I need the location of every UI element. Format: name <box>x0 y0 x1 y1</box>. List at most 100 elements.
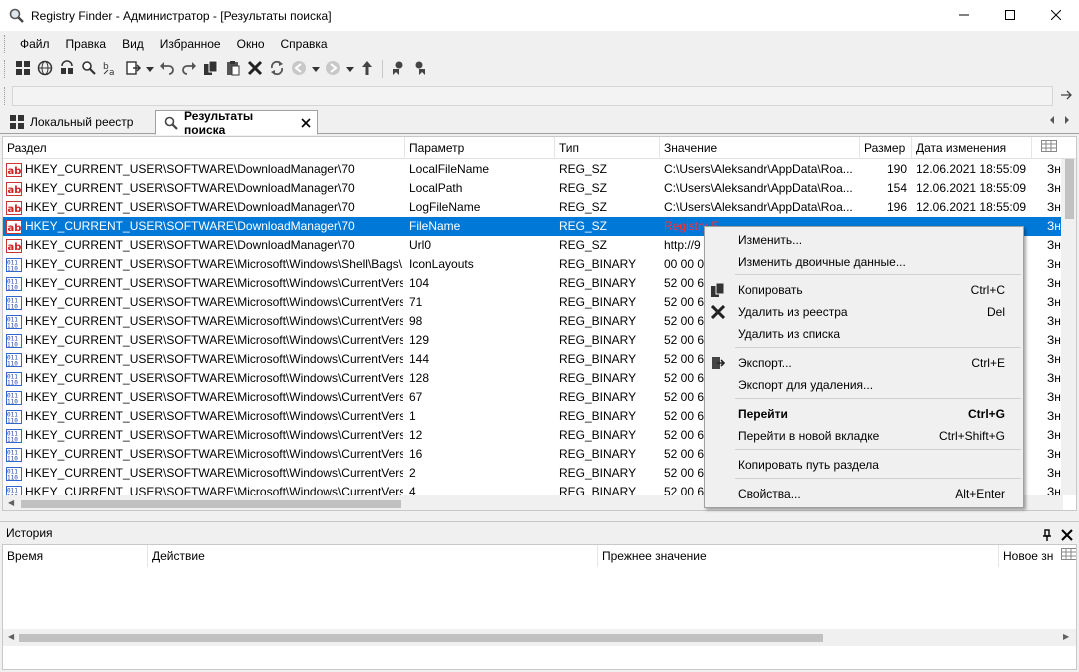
toolbar-separator <box>382 60 383 78</box>
up-level-button[interactable] <box>356 58 378 80</box>
app-search-icon <box>9 8 25 24</box>
cell-key: HKEY_CURRENT_USER\SOFTWARE\Microsoft\Win… <box>25 466 403 480</box>
context-menu-item[interactable]: Удалить из списка <box>705 323 1023 345</box>
close-button[interactable] <box>1033 0 1079 31</box>
cell-key: HKEY_CURRENT_USER\SOFTWARE\Microsoft\Win… <box>25 409 403 423</box>
back-dropdown[interactable] <box>310 58 322 80</box>
table-row[interactable]: ab HKEY_CURRENT_USER\SOFTWARE\DownloadMan… <box>3 198 1063 217</box>
refresh-button[interactable] <box>266 58 288 80</box>
cell-date: 12.06.2021 18:55:09 <box>916 181 1027 195</box>
menu-item-shortcut: Del <box>986 305 1005 319</box>
context-menu-item[interactable]: Изменить... <box>705 229 1023 251</box>
arrow-right-icon <box>1061 89 1073 103</box>
history-horizontal-scrollbar[interactable]: ◀ ▶ <box>3 629 1076 646</box>
menubar-grip[interactable] <box>4 35 6 53</box>
cell-type: REG_BINARY <box>559 466 637 480</box>
cell-key: HKEY_CURRENT_USER\SOFTWARE\DownloadManag… <box>25 238 355 252</box>
context-menu-item[interactable]: Экспорт для удаления... <box>705 374 1023 396</box>
forward-dropdown[interactable] <box>344 58 356 80</box>
history-column-time[interactable]: Время <box>3 545 148 567</box>
column-header-date[interactable]: Дата изменения <box>912 137 1032 159</box>
context-menu-item[interactable]: Копировать путь раздела <box>705 454 1023 476</box>
minimize-button[interactable] <box>941 0 987 31</box>
menu-file[interactable]: Файл <box>12 34 58 54</box>
scroll-left-icon[interactable]: ◀ <box>8 498 14 507</box>
svg-text:110: 110 <box>7 322 18 329</box>
refresh-registry-button[interactable] <box>56 58 78 80</box>
pathbar-grip[interactable] <box>4 87 6 105</box>
cell-key: HKEY_CURRENT_USER\SOFTWARE\DownloadManag… <box>25 162 355 176</box>
bookmark-next-icon <box>412 60 428 79</box>
cell-type: REG_BINARY <box>559 390 637 404</box>
column-header-param[interactable]: Параметр <box>405 137 555 159</box>
cell-type: REG_SZ <box>559 238 608 252</box>
paste-button[interactable] <box>222 58 244 80</box>
find-button[interactable] <box>78 58 100 80</box>
context-menu-item[interactable]: Копировать Ctrl+C <box>705 279 1023 301</box>
cell-param: LocalPath <box>409 181 463 195</box>
history-column-new-value[interactable]: Новое зн <box>999 545 1057 567</box>
column-header-size[interactable]: Размер <box>860 137 912 159</box>
undo-button[interactable] <box>156 58 178 80</box>
cell-type: REG_BINARY <box>559 257 637 271</box>
bookmark-prev-button[interactable] <box>387 58 409 80</box>
go-button[interactable] <box>1058 86 1076 106</box>
local-registry-button[interactable] <box>12 58 34 80</box>
close-tab-icon[interactable] <box>301 117 311 128</box>
delete-button[interactable] <box>244 58 266 80</box>
column-header-key[interactable]: Раздел <box>3 137 405 159</box>
forward-button[interactable] <box>322 58 344 80</box>
history-column-chooser[interactable] <box>1057 545 1076 567</box>
table-row[interactable]: ab HKEY_CURRENT_USER\SOFTWARE\DownloadMan… <box>3 179 1063 198</box>
scroll-right-icon[interactable]: ▶ <box>1063 632 1069 641</box>
scroll-thumb[interactable] <box>19 634 823 642</box>
menu-edit[interactable]: Правка <box>58 34 115 54</box>
column-header-type[interactable]: Тип <box>555 137 660 159</box>
remote-registry-button[interactable] <box>34 58 56 80</box>
table-row[interactable]: ab HKEY_CURRENT_USER\SOFTWARE\DownloadMan… <box>3 160 1063 179</box>
export-button[interactable] <box>122 58 144 80</box>
toolbar-grip[interactable] <box>4 60 6 78</box>
cell-type: REG_BINARY <box>559 371 637 385</box>
path-input[interactable] <box>12 86 1053 106</box>
binary-value-icon: 011110 <box>6 426 24 445</box>
tab-local-registry[interactable]: Локальный реестр <box>2 110 152 134</box>
tab-search-results[interactable]: Результаты поиска <box>155 109 318 137</box>
cell-type: REG_BINARY <box>559 409 637 423</box>
history-column-action[interactable]: Действие <box>148 545 598 567</box>
menu-item-shortcut: Ctrl+E <box>971 356 1005 370</box>
context-menu-item[interactable]: Свойства... Alt+Enter <box>705 483 1023 505</box>
cell-key: HKEY_CURRENT_USER\SOFTWARE\Microsoft\Win… <box>25 276 403 290</box>
replace-button[interactable]: ba <box>100 58 122 80</box>
redo-button[interactable] <box>178 58 200 80</box>
scroll-left-icon[interactable]: ◀ <box>8 632 14 641</box>
back-button[interactable] <box>288 58 310 80</box>
bookmark-next-button[interactable] <box>409 58 431 80</box>
scroll-thumb[interactable] <box>21 500 401 508</box>
tab-scroll-left[interactable] <box>1048 114 1056 128</box>
menu-window[interactable]: Окно <box>229 34 273 54</box>
cell-type: REG_BINARY <box>559 428 637 442</box>
context-menu-item[interactable]: Изменить двоичные данные... <box>705 251 1023 273</box>
menu-item-label: Экспорт для удаления... <box>738 378 874 392</box>
menu-view[interactable]: Вид <box>114 34 152 54</box>
tab-scroll-right[interactable] <box>1063 114 1071 128</box>
maximize-button[interactable] <box>987 0 1033 31</box>
history-title: История <box>0 521 1079 543</box>
minimize-icon <box>959 9 969 23</box>
context-menu-item[interactable]: Перейти в новой вкладке Ctrl+Shift+G <box>705 425 1023 447</box>
copy-button[interactable] <box>200 58 222 80</box>
cell-type: REG_SZ <box>559 219 608 233</box>
column-chooser-button[interactable] <box>1032 137 1062 159</box>
scroll-thumb[interactable] <box>1065 159 1074 219</box>
context-menu-item[interactable]: Удалить из реестра Del <box>705 301 1023 323</box>
menu-favorites[interactable]: Избранное <box>152 34 229 54</box>
context-menu-item[interactable]: Экспорт... Ctrl+E <box>705 352 1023 374</box>
export-dropdown[interactable] <box>144 58 156 80</box>
menu-help[interactable]: Справка <box>273 34 336 54</box>
cell-date: 12.06.2021 18:55:09 <box>916 162 1027 176</box>
results-vertical-scrollbar[interactable] <box>1061 159 1076 495</box>
history-column-old-value[interactable]: Прежнее значение <box>598 545 999 567</box>
column-header-value[interactable]: Значение <box>660 137 860 159</box>
context-menu-item[interactable]: Перейти Ctrl+G <box>705 403 1023 425</box>
